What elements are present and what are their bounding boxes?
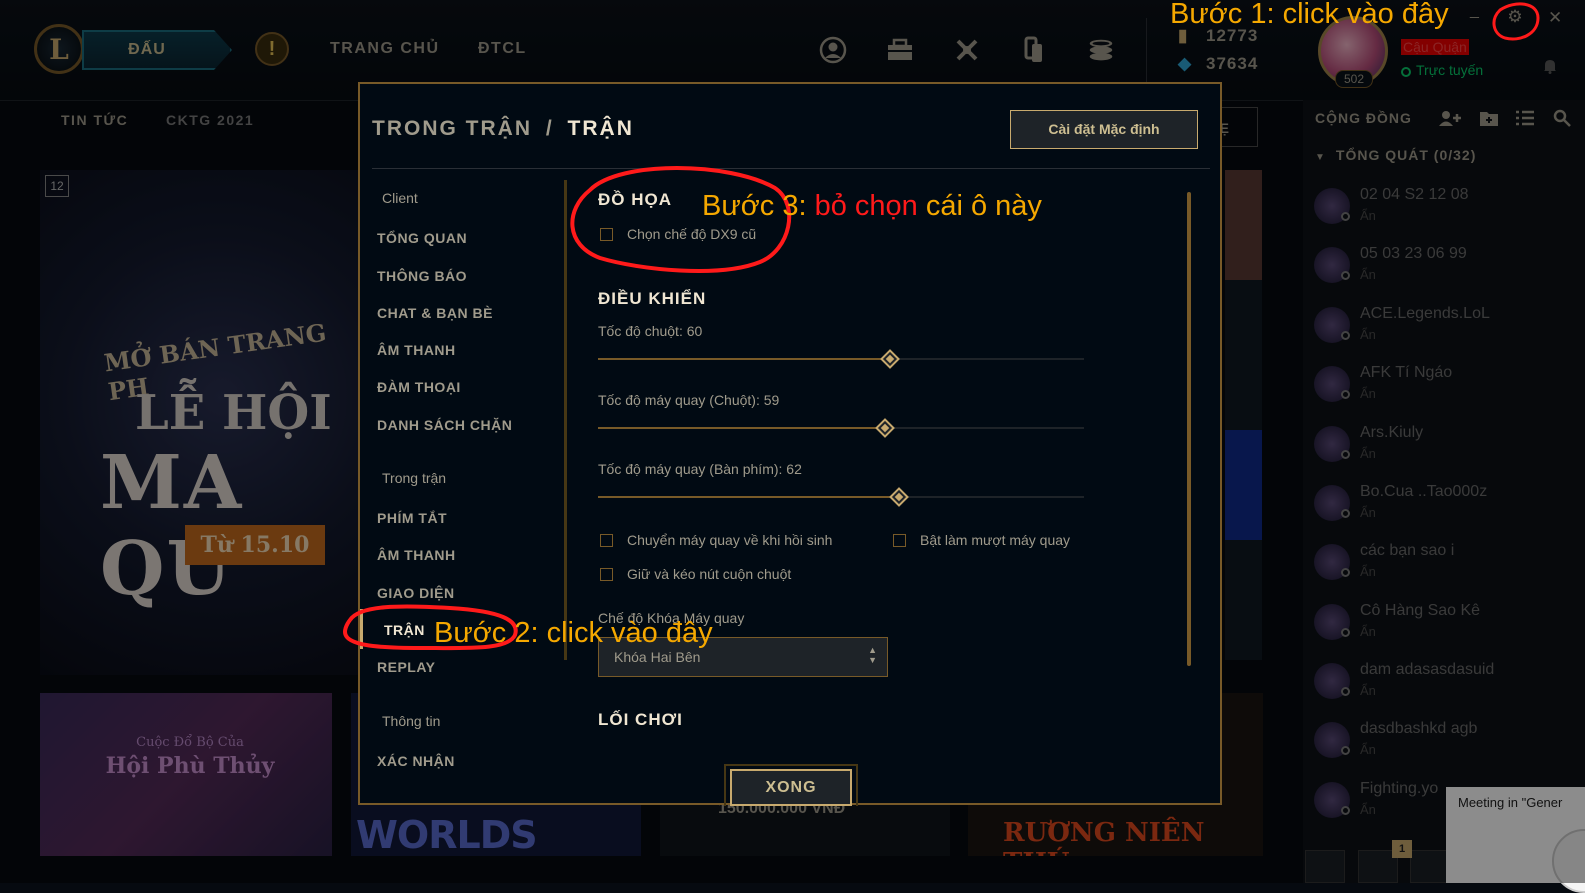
step1-circle [1492, 2, 1540, 41]
annotation-marks [342, 2, 1540, 651]
step3-prefix: Bước 3: [702, 190, 815, 222]
step1-annotation: Bước 1: click vào đây [1170, 0, 1449, 30]
step2-annotation: Bước 2: click vào đây [434, 617, 713, 649]
step3-annotation: Bước 3: bỏ chọn cái ô này [702, 190, 1042, 223]
step3-emphasis: bỏ chọn [814, 190, 918, 222]
step3-suffix: cái ô này [917, 190, 1042, 222]
